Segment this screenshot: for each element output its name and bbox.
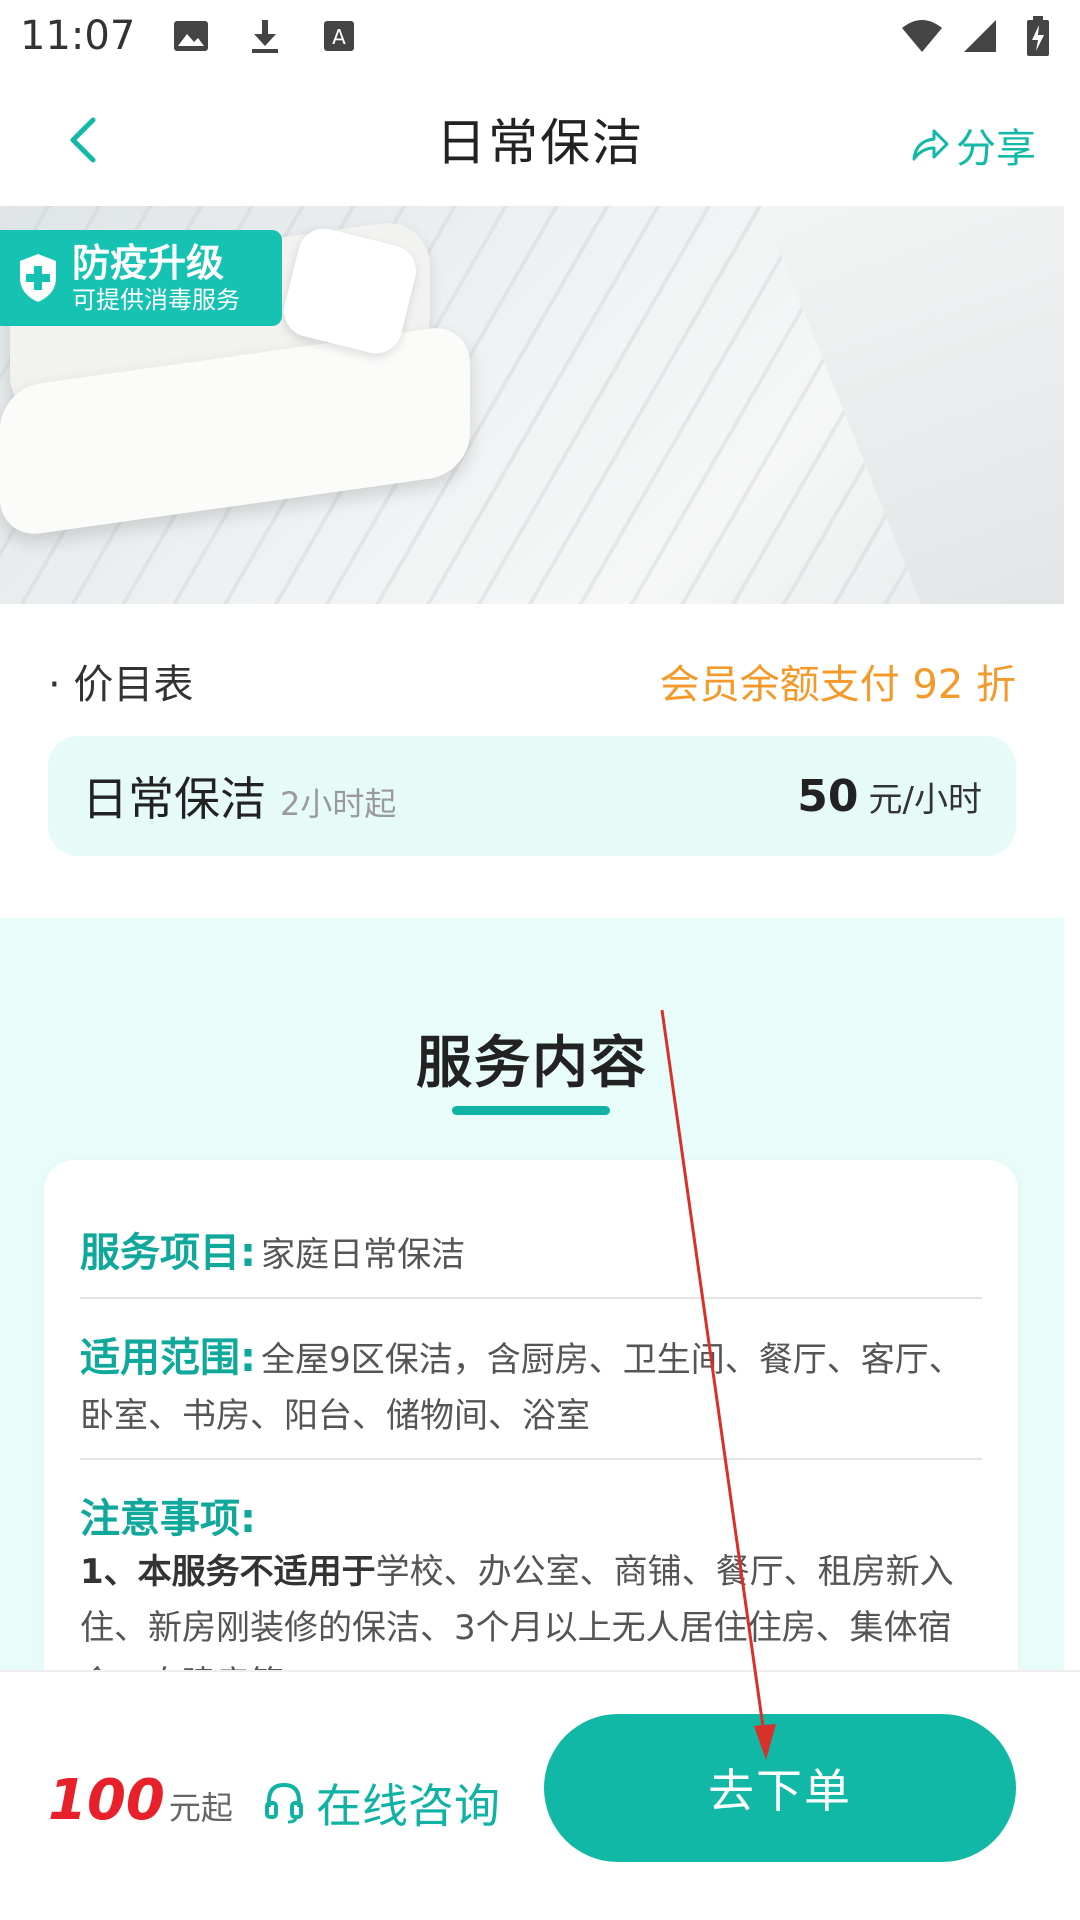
- hero-image: 防疫升级 可提供消毒服务: [0, 206, 1064, 604]
- page-title: 日常保洁: [436, 114, 644, 172]
- share-label: 分享: [956, 126, 1036, 172]
- service-title: 服务内容: [416, 1031, 648, 1096]
- share-button[interactable]: 分享: [910, 116, 1036, 174]
- text-icon: A: [317, 14, 361, 58]
- place-order-button[interactable]: 去下单: [544, 1714, 1016, 1862]
- status-icons-right: [900, 14, 1060, 58]
- price-card[interactable]: 日常保洁 2小时起 50 元/小时: [48, 736, 1016, 856]
- service-item-value: 家庭日常保洁: [261, 1235, 466, 1275]
- signal-icon: [958, 14, 1002, 58]
- service-item-row: 服务项目: 家庭日常保洁: [80, 1220, 982, 1299]
- status-time: 11:07: [20, 13, 136, 59]
- service-card: 服务项目: 家庭日常保洁 适用范围: 全屋9区保洁，含厨房、卫生间、餐厅、客厅、…: [44, 1160, 1018, 1720]
- price-item-min: 2小时起: [280, 785, 397, 823]
- service-scope-label: 适用范围:: [80, 1335, 256, 1381]
- status-icons-left: A: [169, 14, 361, 58]
- note-strong: 1、本服务不适用于: [80, 1552, 376, 1592]
- price-item-unit: 元/小时: [868, 779, 982, 820]
- back-button[interactable]: [52, 110, 112, 170]
- online-consult-label: 在线咨询: [316, 1779, 500, 1833]
- bottom-price-value: 100: [48, 1768, 165, 1833]
- service-item-label: 服务项目:: [80, 1230, 256, 1276]
- svg-text:A: A: [332, 25, 346, 49]
- badge-text: 防疫升级 可提供消毒服务: [72, 241, 240, 315]
- epidemic-badge: 防疫升级 可提供消毒服务: [0, 230, 282, 326]
- download-icon: [243, 14, 287, 58]
- chevron-left-icon: [70, 117, 96, 163]
- online-consult-button[interactable]: 在线咨询: [264, 1770, 500, 1836]
- share-icon: [912, 129, 949, 161]
- badge-subtitle: 可提供消毒服务: [72, 286, 240, 314]
- headset-icon: [265, 1782, 303, 1824]
- price-header: · 价目表 会员余额支付 92 折: [48, 652, 1016, 710]
- status-bar: 11:07 A: [0, 0, 1080, 72]
- bottom-price: 100 元起: [48, 1768, 233, 1833]
- bottom-price-unit: 元起: [168, 1789, 233, 1827]
- price-item-right: 50 元/小时: [797, 771, 982, 822]
- service-notes-label: 注意事项:: [80, 1496, 256, 1542]
- battery-icon: [1016, 14, 1060, 58]
- price-item-left: 日常保洁 2小时起: [82, 763, 396, 829]
- badge-title: 防疫升级: [72, 241, 225, 285]
- image-icon: [169, 14, 213, 58]
- shield-plus-icon: [20, 254, 56, 302]
- bottom-bar: 100 元起 在线咨询 去下单: [0, 1670, 1080, 1920]
- price-item-name: 日常保洁: [82, 772, 266, 826]
- price-list-label: · 价目表: [48, 662, 194, 708]
- service-title-underline: [452, 1106, 610, 1115]
- member-discount: 会员余额支付 92 折: [659, 662, 1016, 708]
- service-section: 服务内容 服务项目: 家庭日常保洁 适用范围: 全屋9区保洁，含厨房、卫生间、餐…: [0, 918, 1064, 1720]
- header: 日常保洁 分享: [0, 72, 1080, 206]
- price-item-value: 50: [797, 770, 859, 822]
- service-scope-row: 适用范围: 全屋9区保洁，含厨房、卫生间、餐厅、客厅、卧室、书房、阳台、储物间、…: [80, 1325, 982, 1460]
- wifi-icon: [900, 14, 944, 58]
